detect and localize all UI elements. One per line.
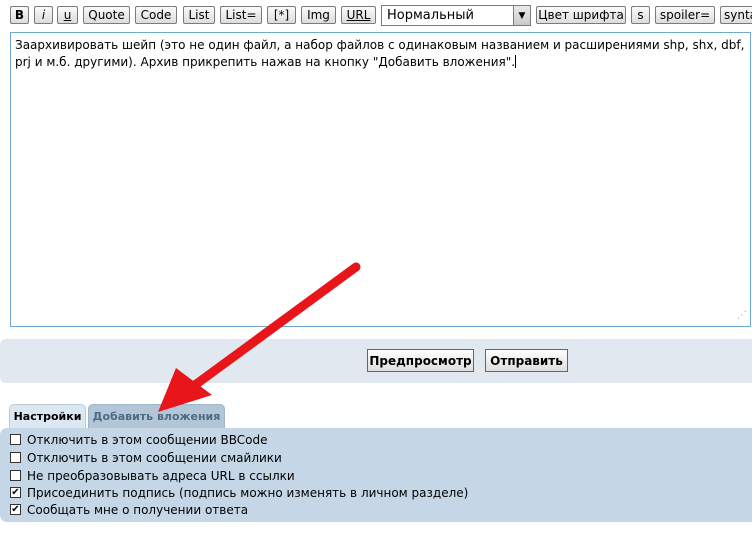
font-size-select[interactable]: Нормальный ▼ (381, 5, 531, 26)
message-textarea[interactable]: Заархивировать шейп (это не один файл, а… (10, 32, 751, 327)
message-text: Заархивировать шейп (это не один файл, а… (15, 38, 745, 69)
strike-button[interactable]: s (631, 6, 650, 24)
submit-button[interactable]: Отправить (485, 349, 568, 372)
option-label: Отключить в этом сообщении смайлики (27, 450, 282, 465)
spoiler-button[interactable]: spoiler= (655, 6, 715, 24)
font-color-button[interactable]: Цвет шрифта (536, 6, 626, 24)
checkbox[interactable] (10, 452, 21, 463)
syntax-button[interactable]: synta (720, 6, 752, 24)
url-button[interactable]: URL (341, 6, 376, 24)
preview-button[interactable]: Предпросмотр (367, 349, 474, 372)
font-size-value: Нормальный (387, 8, 474, 23)
italic-button[interactable]: i (34, 6, 53, 24)
list-button[interactable]: List (183, 6, 215, 24)
option-label: Не преобразовывать адреса URL в ссылки (27, 468, 295, 483)
submit-panel: Предпросмотр Отправить (0, 339, 752, 383)
img-button[interactable]: Img (301, 6, 336, 24)
option-label: Отключить в этом сообщении BBCode (27, 432, 268, 447)
checkbox[interactable] (10, 470, 21, 481)
list-item-button[interactable]: [*] (267, 6, 296, 24)
option-label: Сообщать мне о получении ответа (27, 502, 249, 517)
checkmark-icon[interactable]: ✔ (10, 487, 21, 498)
resize-grip-icon[interactable]: ⋰ (737, 307, 747, 324)
bold-button[interactable]: B (10, 6, 29, 24)
underline-button[interactable]: u (57, 6, 78, 24)
option-notify-reply[interactable]: ✔ Сообщать мне о получении ответа (10, 501, 248, 518)
bbcode-toolbar: B i u Quote Code List List= [*] Img URL … (0, 0, 752, 30)
text-cursor (515, 55, 517, 68)
option-label: Присоединить подпись (подпись можно изме… (27, 485, 469, 500)
option-attach-signature[interactable]: ✔ Присоединить подпись (подпись можно из… (10, 484, 468, 501)
checkmark-icon[interactable]: ✔ (10, 504, 21, 515)
option-disable-bbcode[interactable]: Отключить в этом сообщении BBCode (10, 431, 268, 448)
checkbox[interactable] (10, 434, 21, 445)
code-button[interactable]: Code (135, 6, 177, 24)
option-disable-url-parse[interactable]: Не преобразовывать адреса URL в ссылки (10, 467, 295, 484)
options-panel: Отключить в этом сообщении BBCode Отключ… (0, 428, 752, 522)
quote-button[interactable]: Quote (83, 6, 130, 24)
chevron-down-icon[interactable]: ▼ (513, 6, 530, 25)
list-ordered-button[interactable]: List= (220, 6, 262, 24)
tab-settings[interactable]: Настройки (9, 404, 86, 428)
option-disable-smilies[interactable]: Отключить в этом сообщении смайлики (10, 449, 282, 466)
tab-add-attachments[interactable]: Добавить вложения (88, 404, 225, 428)
